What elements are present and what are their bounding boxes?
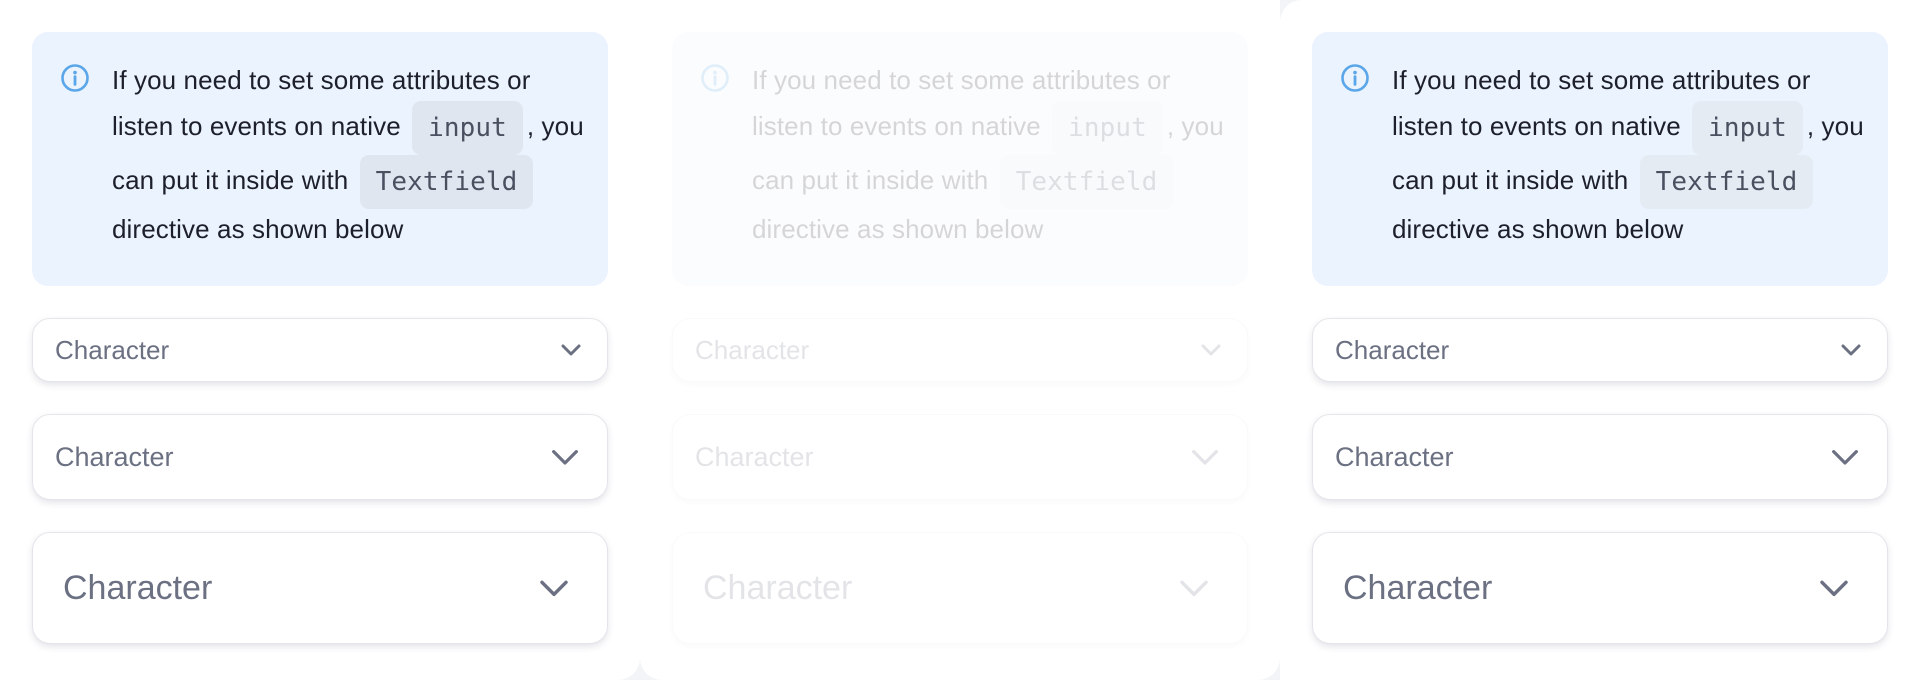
select-placeholder: Character [1335, 334, 1450, 365]
info-alert: If you need to set some attributes or li… [672, 32, 1248, 286]
select-small: Character [672, 318, 1248, 382]
select-placeholder: Character [695, 441, 814, 472]
select-medium[interactable]: Character [32, 414, 608, 500]
inline-code-input: input [412, 101, 523, 155]
select-placeholder: Character [1335, 441, 1454, 472]
select-large: Character [672, 532, 1248, 644]
chevron-down-icon [1841, 344, 1861, 356]
chevron-down-icon [552, 450, 578, 465]
select-large[interactable]: Character [32, 532, 608, 644]
chevron-down-icon [1180, 580, 1208, 597]
info-alert: If you need to set some attributes or li… [32, 32, 608, 286]
inline-code-textfield: Textfield [359, 155, 534, 209]
select-medium: Character [672, 414, 1248, 500]
inline-code-input: input [1692, 101, 1803, 155]
inline-code-textfield: Textfield [999, 155, 1174, 209]
alert-message: If you need to set some attributes or li… [112, 60, 584, 286]
chevron-down-icon [1201, 344, 1221, 356]
select-placeholder: Character [1343, 568, 1493, 607]
component-showcase: If you need to set some attributes or li… [0, 0, 1920, 680]
inline-code-input: input [1052, 101, 1163, 155]
variant-panel-default-alt: If you need to set some attributes or li… [1280, 0, 1920, 680]
select-small[interactable]: Character [32, 318, 608, 382]
info-circle-icon [701, 64, 729, 92]
alert-text-part: directive as shown below [1392, 214, 1684, 244]
alert-message: If you need to set some attributes or li… [1392, 60, 1864, 286]
variant-panel-disabled: If you need to set some attributes or li… [640, 0, 1280, 680]
info-alert: If you need to set some attributes or li… [1312, 32, 1888, 286]
alert-text-part: directive as shown below [112, 214, 404, 244]
info-circle-icon [61, 64, 89, 92]
select-medium[interactable]: Character [1312, 414, 1888, 500]
variant-panel-default: If you need to set some attributes or li… [0, 0, 640, 680]
select-placeholder: Character [55, 334, 170, 365]
chevron-down-icon [540, 580, 568, 597]
select-placeholder: Character [703, 568, 853, 607]
info-circle-icon [1341, 64, 1369, 92]
chevron-down-icon [1832, 450, 1858, 465]
chevron-down-icon [561, 344, 581, 356]
select-placeholder: Character [55, 441, 174, 472]
select-large[interactable]: Character [1312, 532, 1888, 644]
select-placeholder: Character [63, 568, 213, 607]
select-small[interactable]: Character [1312, 318, 1888, 382]
chevron-down-icon [1192, 450, 1218, 465]
chevron-down-icon [1820, 580, 1848, 597]
select-placeholder: Character [695, 334, 810, 365]
inline-code-textfield: Textfield [1639, 155, 1814, 209]
alert-message: If you need to set some attributes or li… [752, 60, 1224, 286]
alert-text-part: directive as shown below [752, 214, 1044, 244]
